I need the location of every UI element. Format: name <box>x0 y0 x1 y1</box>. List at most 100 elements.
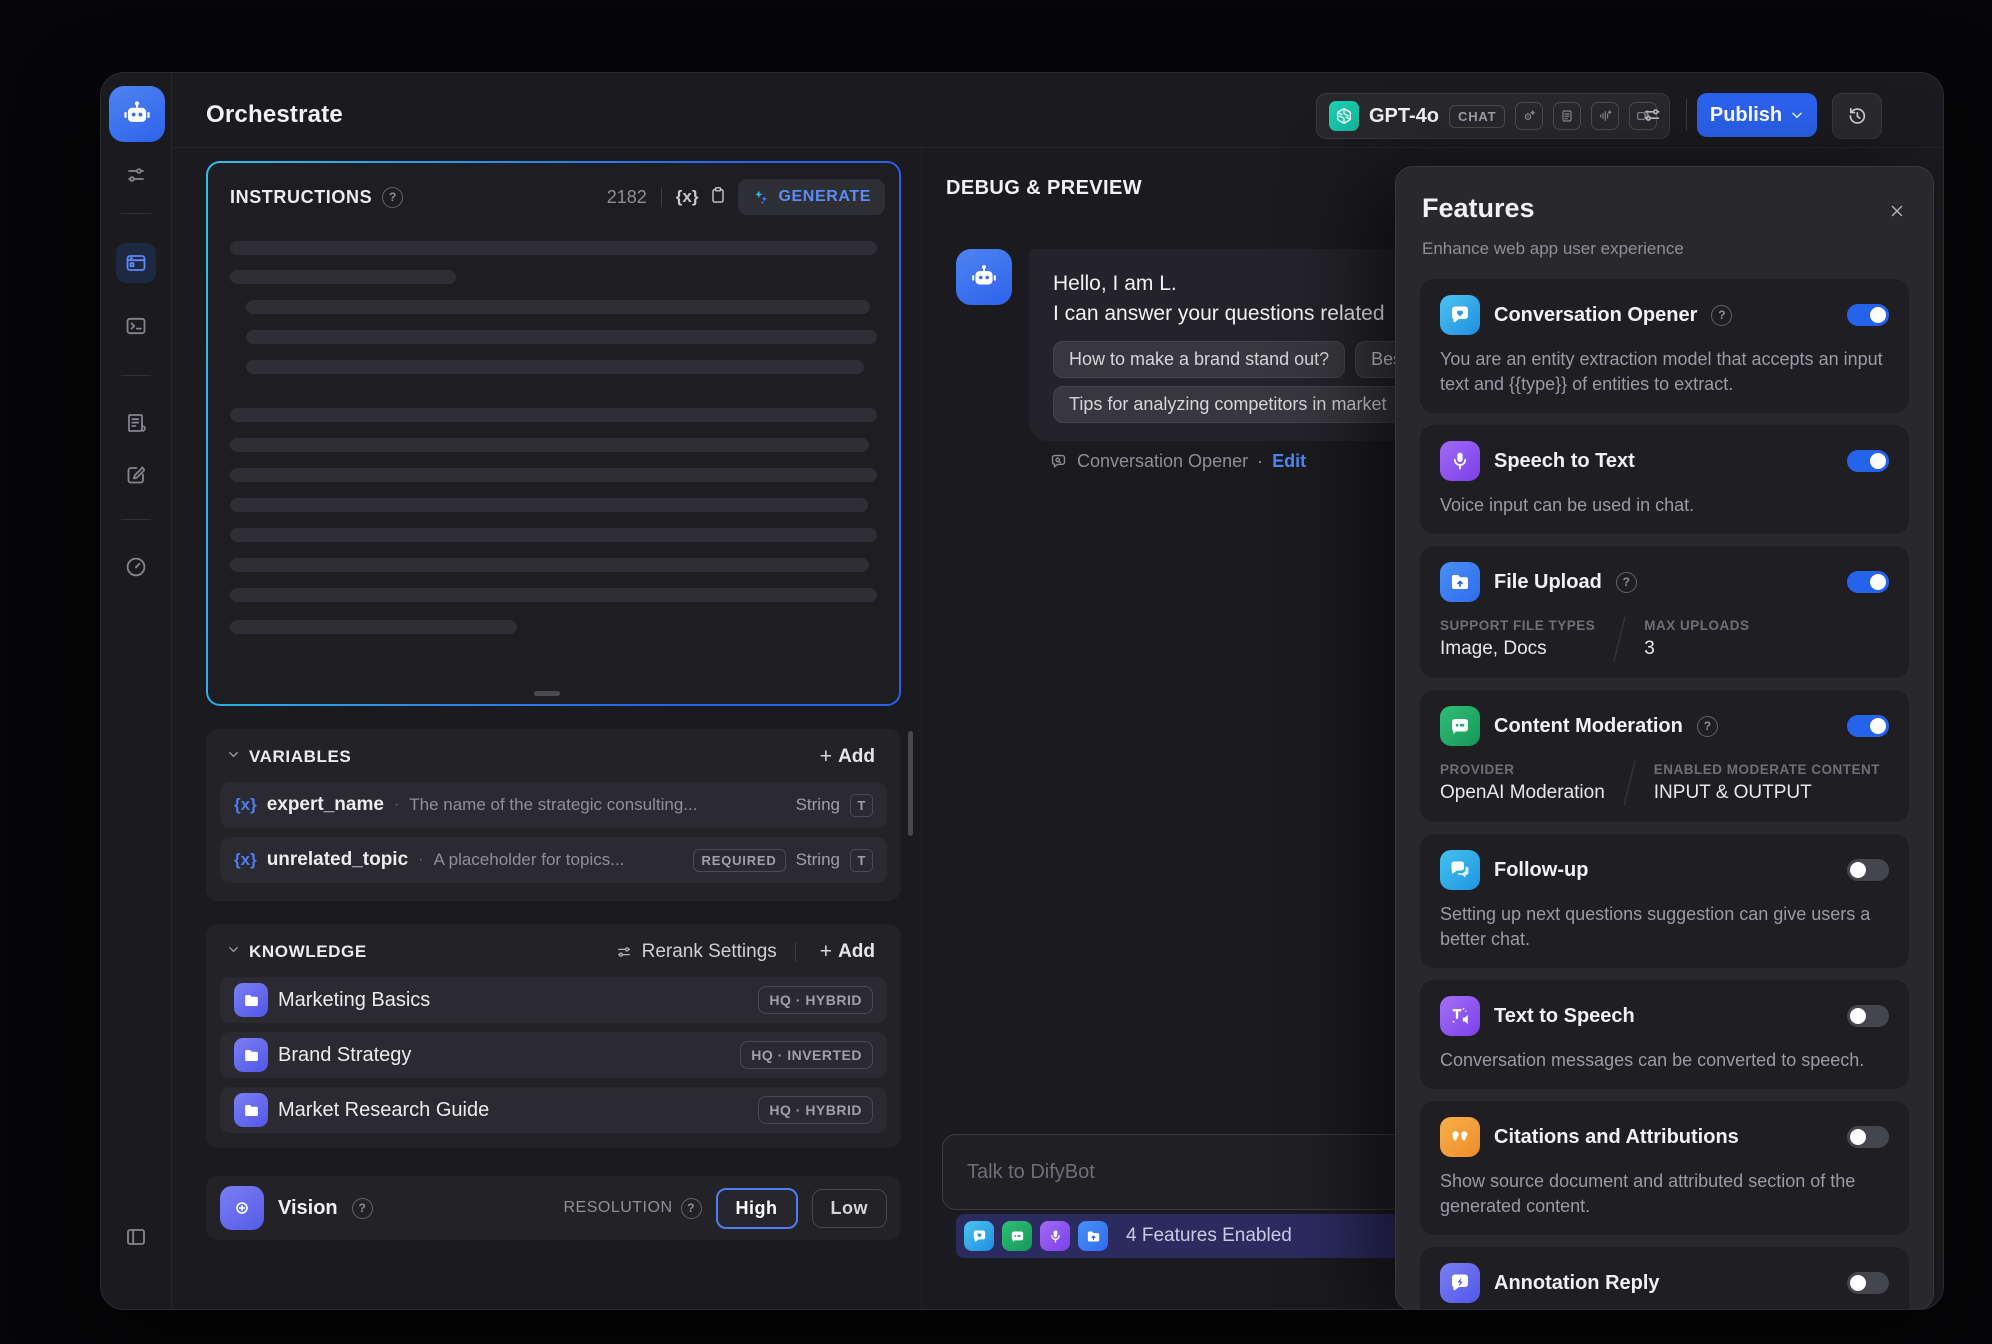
chat-bubble-icon <box>1049 452 1068 471</box>
collapse-panel-icon[interactable] <box>116 1217 156 1257</box>
help-icon[interactable]: ? <box>681 1198 702 1219</box>
left-column-scrollbar[interactable] <box>908 731 913 836</box>
feature-title: Content Moderation <box>1494 715 1683 738</box>
left-sidebar <box>101 73 172 1309</box>
terminal-icon[interactable] <box>116 306 156 346</box>
separator-dot: · <box>1257 451 1263 472</box>
meta-column: MAX UPLOADS 3 <box>1644 618 1749 660</box>
knowledge-badge: HQ · HYBRID <box>758 986 873 1014</box>
knowledge-row[interactable]: Market Research Guide HQ · HYBRID <box>220 1087 887 1133</box>
orchestrate-window-icon[interactable] <box>116 243 156 283</box>
generate-button[interactable]: GENERATE <box>738 179 885 215</box>
feature-title: File Upload <box>1494 571 1602 594</box>
publish-button[interactable]: Publish <box>1697 93 1817 137</box>
knowledge-folder-icon <box>234 1093 268 1127</box>
text-to-speech-toggle[interactable] <box>1847 1005 1889 1027</box>
char-count: 2182 <box>607 187 647 208</box>
bot-avatar <box>956 249 1012 305</box>
resolution-label: RESOLUTION <box>563 1199 672 1217</box>
suggested-question-chip[interactable]: How to make a brand stand out? <box>1053 341 1345 378</box>
model-name: GPT-4o <box>1369 105 1439 128</box>
conversation-opener-row: Conversation Opener · Edit <box>1049 451 1306 472</box>
model-selector[interactable]: GPT-4o CHAT <box>1316 93 1670 139</box>
annotation-reply-icon <box>1440 1263 1480 1303</box>
plus-icon: + <box>820 940 832 964</box>
version-history-button[interactable] <box>1832 93 1882 139</box>
add-knowledge-button[interactable]: + Add <box>814 940 881 964</box>
knowledge-folder-icon <box>234 983 268 1017</box>
variable-row[interactable]: {x} unrelated_topic · A placeholder for … <box>220 837 887 883</box>
feature-title: Speech to Text <box>1494 450 1635 473</box>
knowledge-name: Market Research Guide <box>278 1099 489 1122</box>
variable-row[interactable]: {x} expert_name · The name of the strate… <box>220 782 887 828</box>
rerank-settings-button[interactable]: Rerank Settings <box>615 941 777 963</box>
annotation-edit-icon[interactable] <box>116 455 156 495</box>
model-config-sliders-icon[interactable] <box>1630 93 1674 137</box>
conversation-opener-label: Conversation Opener <box>1077 451 1248 472</box>
citations-toggle[interactable] <box>1847 1126 1889 1148</box>
feature-description: You are an entity extraction model that … <box>1440 347 1889 397</box>
insert-variable-icon[interactable]: {x} <box>676 187 699 207</box>
meta-column: PROVIDER OpenAI Moderation <box>1440 762 1605 804</box>
close-icon[interactable] <box>1883 197 1911 225</box>
app-logo-robot-icon[interactable] <box>109 86 165 142</box>
content-moderation-icon <box>1440 706 1480 746</box>
feature-title: Annotation Reply <box>1494 1272 1660 1295</box>
file-upload-toggle[interactable] <box>1847 571 1889 593</box>
resize-handle[interactable] <box>534 691 560 696</box>
feature-card-citations: Citations and Attributions Show source d… <box>1420 1101 1909 1235</box>
add-label: Add <box>838 941 875 963</box>
knowledge-name: Brand Strategy <box>278 1044 411 1067</box>
header-controls-divider <box>1686 99 1687 131</box>
feature-card-follow-up: Follow-up Setting up next questions sugg… <box>1420 834 1909 968</box>
feature-card-text-to-speech: Text to Speech Conversation messages can… <box>1420 980 1909 1089</box>
speech-to-text-toggle[interactable] <box>1847 450 1889 472</box>
plus-icon: + <box>820 745 832 769</box>
variable-name: unrelated_topic <box>267 849 408 871</box>
help-icon[interactable]: ? <box>1616 572 1637 593</box>
text-type-icon[interactable]: T <box>850 794 873 817</box>
resolution-high-button[interactable]: High <box>716 1188 798 1229</box>
sliders-icon[interactable] <box>116 155 156 195</box>
rerank-label: Rerank Settings <box>642 941 777 963</box>
knowledge-section: KNOWLEDGE Rerank Settings +Add Marketing… <box>206 924 901 1148</box>
variable-desc: The name of the strategic consulting... <box>409 795 697 815</box>
chevron-down-icon[interactable] <box>226 747 241 767</box>
sidebar-divider <box>121 519 151 520</box>
conversation-opener-toggle[interactable] <box>1847 304 1889 326</box>
meta-label: MAX UPLOADS <box>1644 618 1749 633</box>
logs-icon[interactable] <box>116 403 156 443</box>
file-upload-icon <box>1440 562 1480 602</box>
sparkles-icon <box>752 188 770 206</box>
instructions-panel[interactable]: INSTRUCTIONS ? 2182 {x} GENERATE <box>206 161 901 706</box>
help-icon[interactable]: ? <box>352 1198 373 1219</box>
knowledge-row[interactable]: Marketing Basics HQ · HYBRID <box>220 977 887 1023</box>
monitoring-gauge-icon[interactable] <box>116 547 156 587</box>
add-variable-button[interactable]: +Add <box>814 745 881 769</box>
knowledge-row[interactable]: Brand Strategy HQ · INVERTED <box>220 1032 887 1078</box>
feature-description: Voice input can be used in chat. <box>1440 493 1889 518</box>
text-type-icon[interactable]: T <box>850 849 873 872</box>
debug-preview-title: DEBUG & PREVIEW <box>946 177 1142 200</box>
features-panel: Features Enhance web app user experience… <box>1395 166 1934 1310</box>
features-enabled-label: 4 Features Enabled <box>1126 1225 1292 1247</box>
variable-icon: {x} <box>234 850 257 870</box>
help-icon[interactable]: ? <box>1711 305 1732 326</box>
help-icon[interactable]: ? <box>1697 716 1718 737</box>
help-icon[interactable]: ? <box>382 187 403 208</box>
clipboard-icon[interactable] <box>708 185 728 210</box>
resolution-low-button[interactable]: Low <box>812 1189 888 1228</box>
sidebar-divider <box>121 213 151 214</box>
variable-desc: A placeholder for topics... <box>434 850 625 870</box>
generate-label: GENERATE <box>778 188 871 206</box>
meta-label: ENABLED MODERATE CONTENT <box>1654 762 1880 777</box>
suggested-question-chip[interactable]: Tips for analyzing competitors in market <box>1053 386 1402 423</box>
annotation-reply-toggle[interactable] <box>1847 1272 1889 1294</box>
edit-opener-link[interactable]: Edit <box>1272 451 1306 472</box>
meta-value: INPUT & OUTPUT <box>1654 782 1880 804</box>
feature-card-file-upload: File Upload ? SUPPORT FILE TYPES Image, … <box>1420 546 1909 678</box>
content-moderation-toggle[interactable] <box>1847 715 1889 737</box>
follow-up-toggle[interactable] <box>1847 859 1889 881</box>
rerank-sliders-icon <box>615 943 633 961</box>
chevron-down-icon[interactable] <box>226 942 241 962</box>
